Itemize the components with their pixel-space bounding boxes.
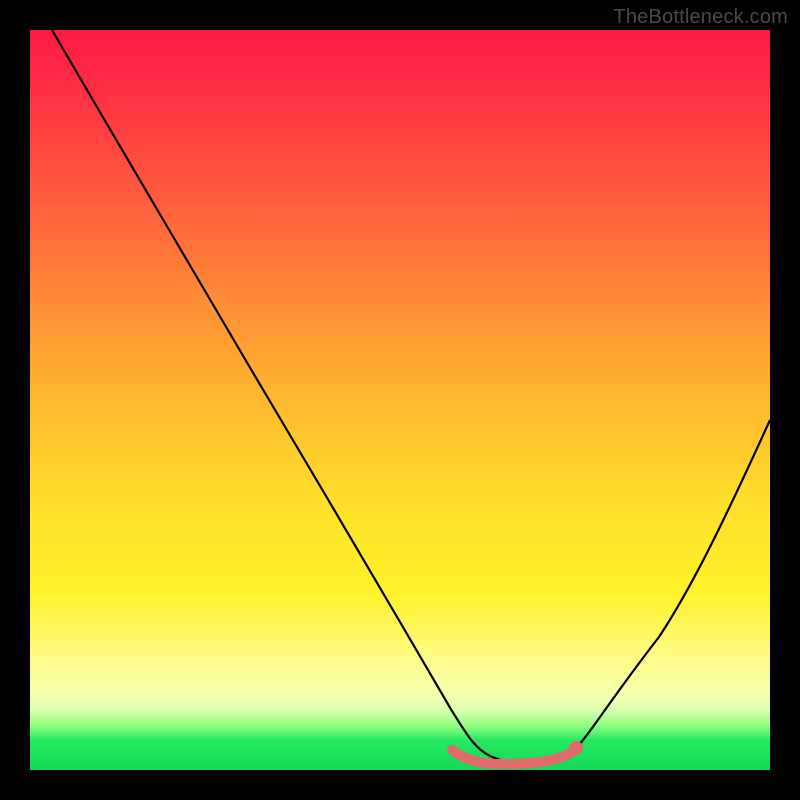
gradient-plot-area <box>30 30 770 770</box>
marker-dot <box>569 741 583 755</box>
bottleneck-curve-path <box>52 30 770 764</box>
bottleneck-curve-svg <box>30 30 770 770</box>
watermark-text: TheBottleneck.com <box>613 6 788 29</box>
chart-frame: TheBottleneck.com <box>0 0 800 800</box>
flat-minimum-band <box>452 748 576 764</box>
